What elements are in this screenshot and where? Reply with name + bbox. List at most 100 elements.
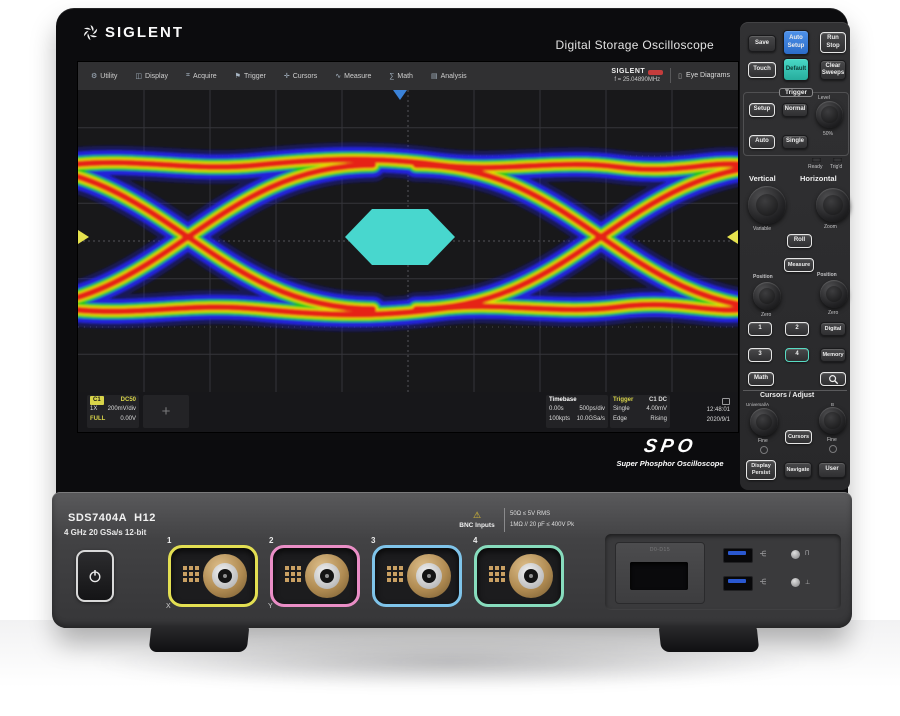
bnc-warning: ⚠ BNC Inputs 50Ω ≤ 5V RMS 1MΩ // 20 pF ≤…: [455, 508, 574, 532]
cursor-b-knob[interactable]: [819, 407, 846, 434]
menu-math[interactable]: ∑Math: [380, 73, 422, 80]
digital-port-slot: [630, 562, 688, 590]
trigger-auto-button[interactable]: Auto: [749, 135, 775, 149]
navigate-button[interactable]: Navigate: [784, 462, 812, 478]
trigger-position-marker[interactable]: [393, 90, 407, 100]
power-button[interactable]: [76, 550, 114, 602]
auto-setup-button[interactable]: Auto Setup: [783, 30, 809, 55]
trigger-level-knob[interactable]: [816, 101, 843, 128]
save-button[interactable]: Save: [748, 35, 776, 52]
search-button[interactable]: [820, 372, 846, 386]
channel-3-button[interactable]: 3: [748, 348, 772, 362]
horizontal-scale-knob[interactable]: [816, 188, 850, 222]
run-stop-button[interactable]: Run Stop: [820, 32, 846, 53]
acquire-icon: ⌗: [186, 72, 190, 80]
spo-logo-block: SPO Super Phosphor Oscilloscope: [600, 436, 740, 468]
menu-analysis[interactable]: ▤Analysis: [422, 72, 476, 80]
power-icon: [87, 568, 103, 584]
menu-display[interactable]: ◫Display: [126, 72, 177, 80]
add-channel-button[interactable]: +: [143, 395, 189, 428]
frequency-counter: f = 25.04890MHz: [614, 77, 660, 84]
channel-4-button[interactable]: 4: [785, 348, 809, 362]
horizontal-position-label: Position: [817, 272, 837, 278]
clear-sweeps-button[interactable]: Clear Sweeps: [820, 60, 846, 80]
push-b-icon: [829, 445, 837, 453]
warning-icon: ⚠: [455, 510, 499, 521]
trigger-setup-button[interactable]: Setup: [749, 103, 775, 117]
eye-mask-hexagon: [345, 209, 455, 265]
menu-cursors[interactable]: ✛Cursors: [275, 72, 326, 80]
digital-probe-port[interactable]: D0-D15: [615, 542, 705, 604]
channel-1-button[interactable]: 1: [748, 322, 772, 336]
specs-label: 4 GHz 20 GSa/s 12-bit: [64, 528, 146, 537]
cursor-a-knob[interactable]: [750, 408, 778, 436]
vertical-zero-label: Zero: [761, 312, 771, 318]
bnc-connector: [407, 554, 451, 598]
timebase-box[interactable]: Timebase 0.00s500ps/div 100kpts10.0GSa/s: [546, 395, 608, 428]
channel-badge: C1: [90, 396, 104, 405]
vertical-position-knob[interactable]: [753, 282, 781, 310]
trigger-normal-button[interactable]: Normal: [782, 103, 808, 117]
channel-2-button[interactable]: 2: [785, 322, 809, 336]
universal-a-label: Universal/A: [746, 402, 769, 407]
screen: ⚙Utility ◫Display ⌗Acquire ⚑Trigger ✛Cur…: [78, 62, 738, 432]
vertical-scale-knob[interactable]: [748, 186, 786, 224]
trigger-section: Trigger Setup Normal Auto Single Level 5…: [743, 92, 849, 156]
menu-acquire[interactable]: ⌗Acquire: [177, 72, 226, 80]
user-button[interactable]: User: [818, 462, 846, 478]
bnc-channel-1: 1 X: [168, 536, 260, 610]
gear-icon: ⚙: [91, 72, 97, 80]
spo-logo: SPO: [642, 436, 698, 458]
measure-button[interactable]: Measure: [784, 258, 814, 272]
channel-4-ring: [474, 545, 564, 607]
trigger-level-marker-left[interactable]: [78, 230, 89, 244]
math-button[interactable]: Math: [748, 372, 774, 386]
magnifier-icon: [828, 374, 839, 385]
channel-1-ring: [168, 545, 258, 607]
waveform-area[interactable]: [78, 90, 738, 392]
channel1-box[interactable]: C1DC50 1X200mV/div FULL0.00V: [87, 395, 139, 428]
trigger-single-button[interactable]: Single: [782, 135, 808, 149]
menu-right-cluster: SIGLENT f = 25.04890MHz ▯ Eye Diagrams: [611, 68, 734, 84]
push-a-icon: [760, 446, 768, 454]
clock-icon: [722, 398, 730, 405]
trigger-fifty-label: 50%: [823, 131, 833, 137]
usb-port-1[interactable]: [723, 548, 753, 563]
trigger-level-marker-right[interactable]: [727, 230, 738, 244]
ground-terminal: [791, 578, 800, 587]
date-display: 2020/9/1: [707, 416, 730, 425]
eye-diagrams-button[interactable]: ▯ Eye Diagrams: [678, 72, 730, 80]
default-button[interactable]: Default: [783, 58, 809, 81]
trigger-box[interactable]: TriggerC1 DC Single4.00mV EdgeRising: [610, 395, 670, 428]
bnc-channel-2: 2 Y: [270, 536, 362, 610]
roll-button[interactable]: Roll: [787, 234, 812, 248]
clock-box: 12:48:01 2020/9/1: [672, 395, 734, 428]
probe-sense-pins: [183, 566, 187, 570]
io-recess: D0-D15 Ψ Ψ Π ⊥: [605, 534, 841, 610]
memory-button[interactable]: Memory: [820, 348, 846, 362]
display-persist-button[interactable]: Display Persist: [746, 460, 776, 480]
wave-icon: ∿: [335, 72, 341, 80]
warning-line-1: 50Ω ≤ 5V RMS: [510, 509, 574, 520]
horizontal-position-knob[interactable]: [820, 280, 848, 308]
cursors-button[interactable]: Cursors: [785, 430, 812, 444]
foot-right: [659, 626, 760, 652]
clipboard-icon: ▯: [678, 72, 682, 80]
digital-button[interactable]: Digital: [820, 322, 846, 336]
usb-port-2[interactable]: [723, 576, 753, 591]
probe-sense-pins: [285, 566, 289, 570]
control-panel: Save Auto Setup Run Stop Touch Default C…: [740, 22, 850, 490]
warning-line-2: 1MΩ // 20 pF ≤ 400V Pk: [510, 520, 574, 531]
menu-measure[interactable]: ∿Measure: [326, 72, 380, 80]
menu-utility[interactable]: ⚙Utility: [82, 72, 126, 80]
square-wave-symbol: Π: [805, 551, 809, 557]
touch-button[interactable]: Touch: [748, 62, 776, 78]
sigma-icon: ∑: [389, 73, 394, 80]
status-bar: C1DC50 1X200mV/div FULL0.00V + Timebase …: [78, 392, 738, 432]
bnc-connector: [203, 554, 247, 598]
fine-a-label: Fine: [758, 438, 768, 444]
menu-trigger[interactable]: ⚑Trigger: [226, 72, 275, 80]
probe-sense-pins: [387, 566, 391, 570]
ready-led-label: Ready: [808, 164, 822, 170]
ready-led: [812, 158, 821, 162]
